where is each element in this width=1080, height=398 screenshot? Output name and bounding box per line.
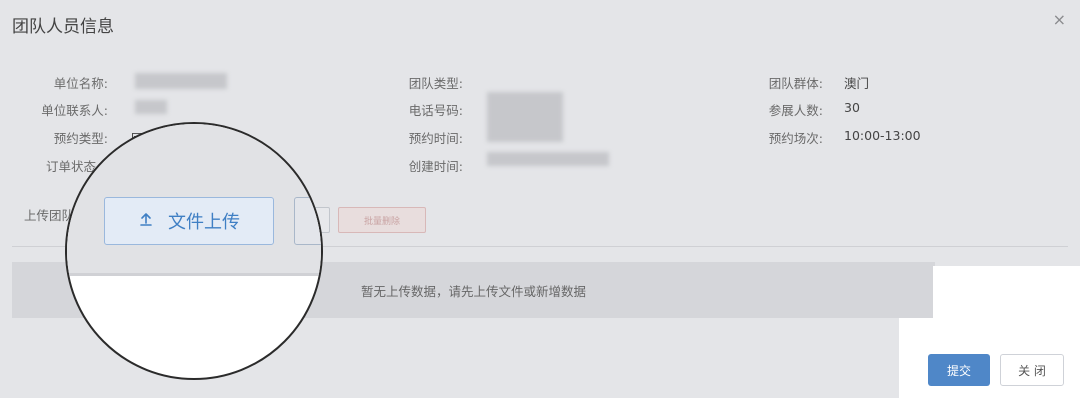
magnifier-divider	[67, 273, 321, 276]
unit-name-label: 单位名称:	[53, 76, 108, 91]
booking-time-label: 预约时间:	[408, 131, 463, 146]
unit-contact-label: 单位联系人:	[41, 103, 108, 118]
add-data-button-zoomed[interactable]	[294, 197, 321, 245]
phone-value-redacted	[487, 92, 563, 142]
submit-button[interactable]: 提交	[928, 354, 990, 386]
visitor-count-label: 参展人数:	[768, 103, 823, 118]
footer-highlight-top	[933, 266, 1080, 322]
batch-delete-label: 批量删除	[363, 216, 400, 227]
created-time-value-redacted	[487, 152, 609, 166]
team-group-value: 澳门	[844, 76, 870, 91]
team-members-dialog: 团队人员信息 × 单位名称: 单位联系人: 预约类型: 团 订单状态 团队类型:…	[0, 0, 1080, 398]
file-upload-button[interactable]: 文件上传	[104, 197, 274, 245]
upload-icon	[138, 211, 154, 232]
session-label: 预约场次:	[768, 131, 823, 146]
close-icon[interactable]: ×	[1053, 10, 1066, 29]
phone-label: 电话号码:	[408, 103, 463, 118]
close-button[interactable]: 关 闭	[1000, 354, 1064, 386]
unit-contact-value-redacted	[135, 100, 167, 114]
visitor-count-value: 30	[844, 100, 860, 115]
session-value: 10:00-13:00	[844, 128, 921, 143]
team-type-label: 团队类型:	[408, 76, 463, 91]
team-group-label: 团队群体:	[768, 76, 823, 91]
created-time-label: 创建时间:	[408, 159, 463, 174]
unit-name-value-redacted	[135, 73, 227, 89]
dialog-title: 团队人员信息	[12, 17, 114, 37]
magnifier-callout: 文件上传	[65, 122, 323, 380]
batch-delete-button[interactable]: 批量删除	[338, 207, 426, 233]
file-upload-label: 文件上传	[168, 212, 240, 233]
empty-table-text: 暂无上传数据，请先上传文件或新增数据	[360, 283, 586, 299]
